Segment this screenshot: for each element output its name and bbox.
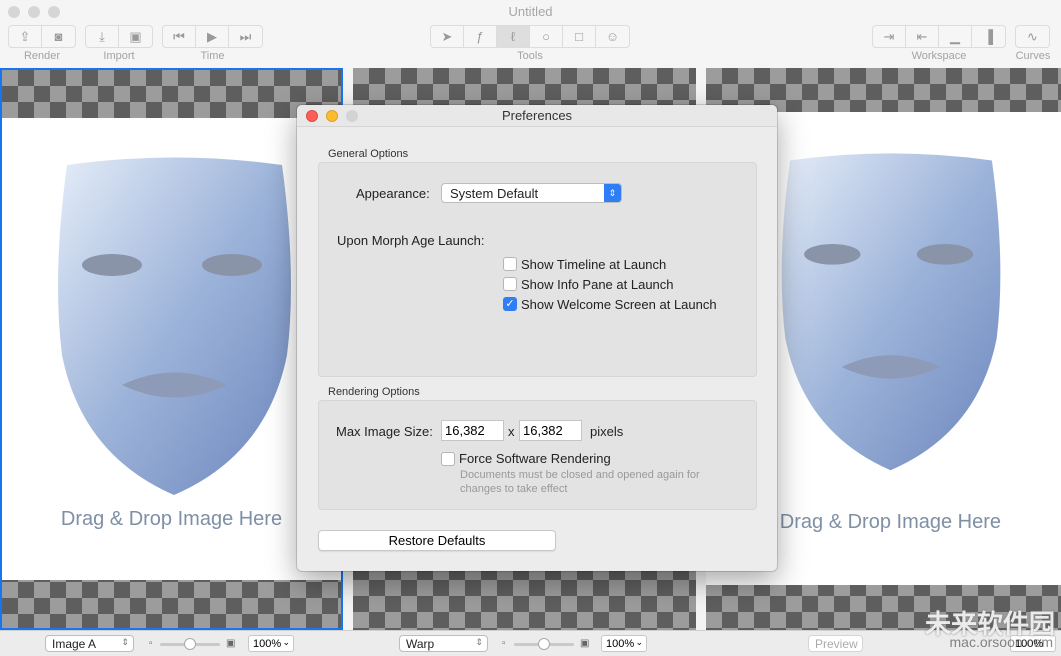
- preview-button[interactable]: Preview: [808, 635, 863, 652]
- skip-forward-icon[interactable]: ⏭: [229, 26, 262, 47]
- time-group: ⏮ ▶ ⏭: [162, 25, 263, 48]
- curves-group: ∿: [1015, 25, 1050, 48]
- general-options-label: General Options: [328, 148, 409, 160]
- show-info-pane-label: Show Info Pane at Launch: [521, 277, 674, 292]
- mode-select[interactable]: Warp ⇕: [399, 635, 488, 652]
- image-select[interactable]: Image A ⇕: [45, 635, 134, 652]
- small-image-icon: ▫: [149, 638, 153, 649]
- small-image-icon-mid: ▫: [502, 638, 506, 649]
- dialog-minimize-button[interactable]: [326, 110, 338, 122]
- force-software-note: Documents must be closed and opened agai…: [460, 469, 700, 495]
- expand-right-icon[interactable]: ⇥: [873, 26, 906, 47]
- show-timeline-label: Show Timeline at Launch: [521, 257, 667, 272]
- appearance-label: Appearance:: [356, 186, 430, 201]
- drop-hint-left: Drag & Drop Image Here: [60, 508, 283, 530]
- mode-select-value: Warp: [406, 637, 435, 651]
- rendering-options-label: Rendering Options: [328, 386, 420, 398]
- mask-logo-image: [58, 157, 291, 495]
- bottom-bar: Image A ⇕ ▫ ▣ 100% ⌄ Warp ⇕ ▫ ▣ 100% ⌄ Previ…: [0, 630, 1061, 656]
- large-image-icon-mid: ▣: [580, 638, 590, 649]
- camera-icon[interactable]: ◙: [42, 26, 75, 47]
- dialog-close-button[interactable]: [306, 110, 318, 122]
- appearance-select[interactable]: System Default ⇕: [441, 183, 622, 203]
- import-icon[interactable]: ⤓: [86, 26, 119, 47]
- import-group: ⤓ ▣: [85, 25, 153, 48]
- large-image-icon: ▣: [226, 638, 236, 649]
- pixels-label: pixels: [590, 424, 624, 439]
- square-icon[interactable]: □: [563, 26, 596, 47]
- toolbar: Untitled ⇪ ◙ Render ⤓ ▣ Import ⏮ ▶ ⏭ Tim…: [0, 0, 1061, 68]
- restore-defaults-button[interactable]: Restore Defaults: [318, 530, 556, 551]
- dialog-title: Preferences: [297, 105, 777, 127]
- dialog-zoom-button: [346, 110, 358, 122]
- curve-icon[interactable]: ℓ: [497, 26, 530, 47]
- play-icon[interactable]: ▶: [196, 26, 229, 47]
- launch-label: Upon Morph Age Launch:: [337, 233, 485, 248]
- force-software-checkbox[interactable]: [441, 452, 455, 466]
- zoom-select-mid[interactable]: 100% ⌄: [601, 635, 647, 652]
- image-a-panel[interactable]: Drag & Drop Image Here: [0, 68, 343, 630]
- mask-logo-image-right: [781, 153, 1001, 471]
- right-pane-icon[interactable]: ▐: [972, 26, 1005, 47]
- show-welcome-label: Show Welcome Screen at Launch: [521, 297, 717, 312]
- preferences-dialog: Preferences General Options Appearance: …: [297, 105, 777, 571]
- curves-icon[interactable]: ∿: [1016, 26, 1049, 47]
- zoom-slider-left[interactable]: [160, 638, 220, 650]
- chevron-updown-icon: ⇕: [604, 184, 621, 202]
- image-icon[interactable]: ▣: [119, 26, 152, 47]
- zoom-mid-value: 100%: [606, 638, 635, 650]
- add-point-icon[interactable]: ƒ: [464, 26, 497, 47]
- zoom-left-value: 100%: [253, 638, 282, 650]
- show-info-pane-checkbox[interactable]: [503, 277, 517, 291]
- max-size-label: Max Image Size:: [336, 424, 433, 439]
- appearance-value: System Default: [450, 186, 539, 201]
- tools-group: ➤ ƒ ℓ ○ □ ☺: [430, 25, 630, 48]
- force-software-label: Force Software Rendering: [459, 451, 611, 466]
- render-group: ⇪ ◙: [8, 25, 76, 48]
- arrow-icon[interactable]: ➤: [431, 26, 464, 47]
- zoom-slider-mid[interactable]: [514, 638, 574, 650]
- import-label: Import: [103, 50, 135, 62]
- max-width-input[interactable]: 16,382: [441, 420, 504, 441]
- x-separator: x: [508, 424, 515, 439]
- curves-label: Curves: [1015, 50, 1051, 62]
- zoom-select-left[interactable]: 100% ⌄: [248, 635, 294, 652]
- face-icon[interactable]: ☺: [596, 26, 629, 47]
- share-icon[interactable]: ⇪: [9, 26, 42, 47]
- bottom-pane-icon[interactable]: ▁: [939, 26, 972, 47]
- render-label: Render: [23, 50, 61, 62]
- time-label: Time: [200, 50, 225, 62]
- max-height-input[interactable]: 16,382: [519, 420, 582, 441]
- workspace-group: ⇥ ⇤ ▁ ▐: [872, 25, 1006, 48]
- show-welcome-checkbox[interactable]: ✓: [503, 297, 517, 311]
- skip-back-icon[interactable]: ⏮: [163, 26, 196, 47]
- window-title: Untitled: [508, 4, 553, 19]
- circle-icon[interactable]: ○: [530, 26, 563, 47]
- image-select-value: Image A: [52, 637, 97, 651]
- collapse-left-icon[interactable]: ⇤: [906, 26, 939, 47]
- show-timeline-checkbox[interactable]: [503, 257, 517, 271]
- tools-label: Tools: [517, 50, 543, 62]
- workspace-label: Workspace: [911, 50, 967, 62]
- watermark-url: mac.orsoon.com: [949, 634, 1053, 650]
